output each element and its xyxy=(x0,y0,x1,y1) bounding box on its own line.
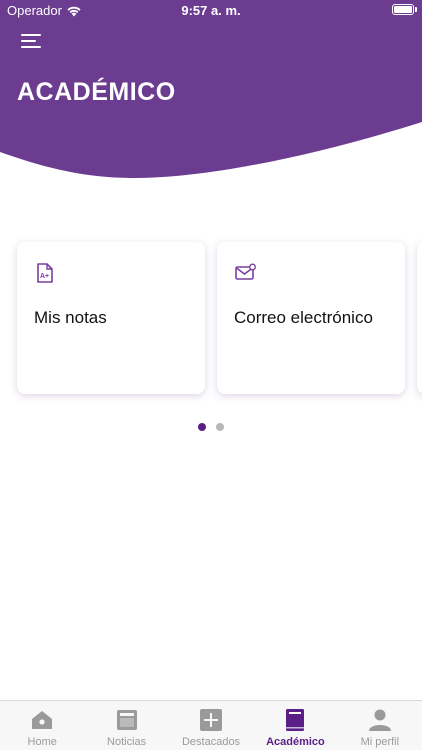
home-icon xyxy=(32,711,53,729)
tab-label: Académico xyxy=(266,736,325,748)
card-next-peek[interactable] xyxy=(417,242,422,394)
tab-mi-perfil[interactable]: Mi perfil xyxy=(338,701,422,750)
tab-home[interactable]: Home xyxy=(0,701,84,750)
cards-carousel[interactable]: A+ Mis notas Correo electrónico xyxy=(0,232,422,407)
hamburger-menu-icon xyxy=(21,34,41,36)
tab-label: Noticias xyxy=(107,736,147,748)
tab-label: Home xyxy=(27,736,57,748)
page-dot[interactable] xyxy=(216,423,224,431)
battery-icon xyxy=(392,4,417,15)
hamburger-menu-line xyxy=(21,40,36,42)
status-time: 9:57 a. m. xyxy=(181,3,241,18)
svg-text:A+: A+ xyxy=(40,273,49,280)
tab-label: Mi perfil xyxy=(360,736,400,748)
tab-label: Destacados xyxy=(181,736,241,748)
news-icon xyxy=(116,710,137,730)
card-label: Correo electrónico xyxy=(234,308,373,327)
tab-destacados[interactable]: Destacados xyxy=(169,701,253,750)
tab-academico[interactable]: Académico xyxy=(253,701,337,750)
grade-document-icon: A+ xyxy=(37,263,53,283)
email-envelope-icon xyxy=(235,263,256,280)
menu-button[interactable] xyxy=(18,30,44,52)
card-label: Mis notas xyxy=(34,308,107,327)
book-icon xyxy=(286,709,305,731)
add-icon xyxy=(200,709,223,731)
page-title: ACADÉMICO xyxy=(17,78,176,106)
profile-icon xyxy=(368,709,391,731)
tab-noticias[interactable]: Noticias xyxy=(84,701,168,750)
hamburger-menu-line xyxy=(21,46,41,48)
tab-bar: Home Noticias Destacados Académico Mi pe… xyxy=(0,700,422,750)
status-bar: Operador 9:57 a. m. xyxy=(0,0,422,22)
card-correo-electronico[interactable]: Correo electrónico xyxy=(217,242,405,394)
page-dot-active[interactable] xyxy=(198,423,206,431)
card-mis-notas[interactable]: A+ Mis notas xyxy=(17,242,205,394)
page-indicator xyxy=(0,423,422,431)
